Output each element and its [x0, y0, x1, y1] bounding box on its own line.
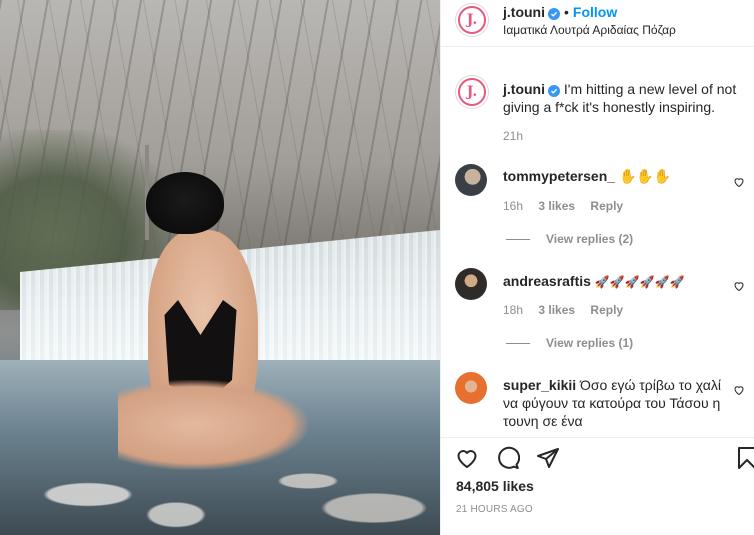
heart-icon[interactable]	[455, 446, 479, 470]
bookmark-icon[interactable]	[735, 446, 754, 470]
comment-time: 18h	[503, 303, 524, 317]
header-separator: •	[564, 4, 569, 20]
comment-heart-icon[interactable]	[733, 176, 745, 188]
comment-avatar[interactable]	[455, 164, 487, 196]
comment-username[interactable]: super_kikii	[503, 377, 576, 393]
person-fur-hat	[146, 172, 224, 234]
post-caption: j.touni I'm hitting a new level of not g…	[503, 80, 743, 116]
reply-button[interactable]: Reply	[590, 199, 623, 213]
comment-item: super_kikii Όσο εγώ τρίβω το χαλί να φύγ…	[503, 376, 729, 430]
comment-item: tommypetersen_ ✋✋✋	[503, 167, 723, 185]
author-logo: J.	[458, 6, 486, 34]
post-location[interactable]: Ιαματικά Λουτρά Αριδαίας Πόζαρ	[503, 23, 676, 37]
follow-button[interactable]: Follow	[573, 4, 617, 20]
verified-badge-icon	[548, 85, 560, 97]
posted-time[interactable]: 21 HOURS AGO	[456, 504, 533, 515]
post-side-panel: J. j.touni • Follow Ιαματικά Λουτρά Αριδαί…	[440, 0, 754, 535]
post-header: J. j.touni • Follow Ιαματικά Λουτρά Αριδαί…	[441, 0, 754, 47]
comment-heart-icon[interactable]	[733, 384, 745, 396]
author-avatar[interactable]: J.	[455, 3, 489, 37]
caption-logo-letter: J.	[466, 84, 478, 100]
author-line: j.touni • Follow	[503, 4, 617, 20]
comment-time: 16h	[503, 199, 524, 213]
view-replies-label: View replies (1)	[546, 336, 634, 350]
caption-time: 21h	[503, 129, 524, 143]
view-replies-line	[506, 238, 530, 240]
comment-username[interactable]: tommypetersen_	[503, 168, 615, 184]
author-username[interactable]: j.touni	[503, 4, 545, 20]
reply-button[interactable]: Reply	[590, 303, 623, 317]
comment-heart-icon[interactable]	[733, 280, 745, 292]
comment-meta: 16h 3 likes Reply	[503, 199, 623, 213]
comment-username[interactable]: andreasraftis	[503, 273, 591, 289]
comment-avatar[interactable]	[455, 268, 487, 300]
caption-avatar[interactable]: J.	[455, 75, 489, 109]
caption-username[interactable]: j.touni	[503, 81, 545, 97]
author-logo-letter: J.	[466, 12, 478, 28]
post-photo[interactable]	[0, 0, 440, 535]
comment-item: andreasraftis 🚀🚀🚀🚀🚀🚀	[503, 272, 733, 291]
verified-badge-icon	[548, 8, 560, 20]
paper-plane-icon[interactable]	[536, 446, 560, 470]
likes-count[interactable]: 84,805 likes	[456, 478, 534, 494]
view-replies-button[interactable]: View replies (2)	[506, 232, 633, 246]
view-replies-label: View replies (2)	[546, 232, 634, 246]
person-legs	[118, 380, 308, 470]
comment-likes[interactable]: 3 likes	[538, 199, 575, 213]
view-replies-button[interactable]: View replies (1)	[506, 336, 633, 350]
comment-text: ✋✋✋	[618, 168, 672, 184]
caption-logo: J.	[458, 78, 486, 106]
speech-bubble-icon[interactable]	[496, 446, 520, 470]
comment-meta: 18h 3 likes Reply	[503, 303, 623, 317]
comment-text: 🚀🚀🚀🚀🚀🚀	[594, 275, 685, 289]
comment-avatar[interactable]	[455, 372, 487, 404]
comment-likes[interactable]: 3 likes	[538, 303, 575, 317]
lamp-post	[390, 205, 394, 235]
view-replies-line	[506, 342, 530, 344]
